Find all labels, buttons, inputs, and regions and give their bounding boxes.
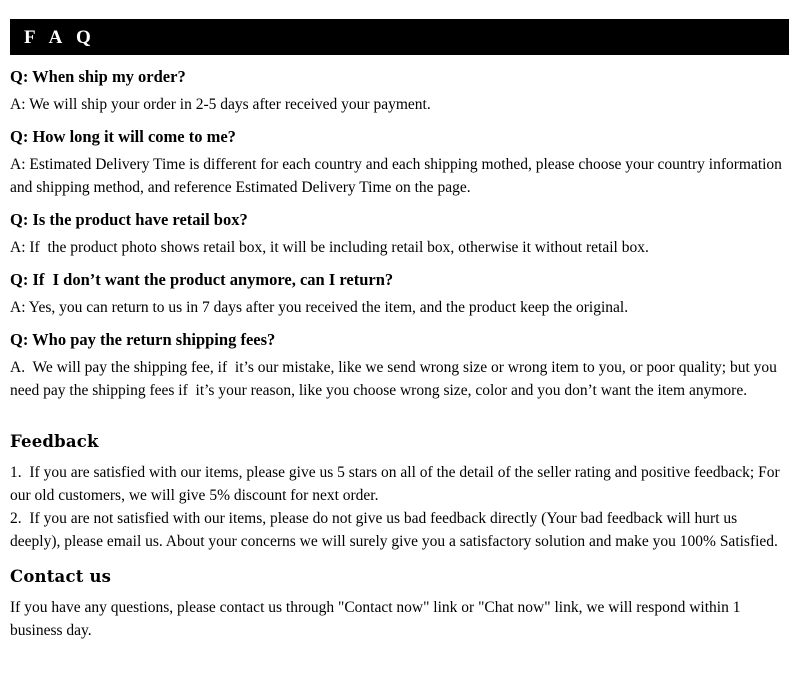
feedback-body: 1. If you are satisfied with our items, … [10, 461, 789, 553]
faq-item-1: Q: When ship my order? A: We will ship y… [10, 66, 789, 116]
faq-answer: A: We will ship your order in 2-5 days a… [10, 96, 431, 113]
faq-question: Q: Is the product have retail box? [10, 210, 248, 229]
feedback-section: Feedback 1. If you are satisfied with ou… [10, 431, 789, 553]
faq-banner-title: F A Q [24, 26, 96, 48]
faq-page: F A Q Q: When ship my order? A: We will … [0, 0, 800, 700]
faq-question: Q: Who pay the return shipping fees? [10, 330, 276, 349]
faq-question: Q: If I don’t want the product anymore, … [10, 270, 394, 289]
feedback-item-1: 1. If you are satisfied with our items, … [10, 464, 784, 504]
faq-answer: A: Yes, you can return to us in 7 days a… [10, 299, 629, 316]
faq-answer: A: If the product photo shows retail box… [10, 239, 649, 256]
faq-banner: F A Q [10, 19, 789, 55]
faq-question: Q: When ship my order? [10, 67, 186, 86]
faq-answer: A: Estimated Delivery Time is different … [10, 156, 786, 196]
faq-item-3: Q: Is the product have retail box? A: If… [10, 209, 789, 259]
faq-item-4: Q: If I don’t want the product anymore, … [10, 269, 789, 319]
contact-section: Contact us If you have any questions, pl… [10, 566, 789, 642]
faq-item-2: Q: How long it will come to me? A: Estim… [10, 126, 789, 199]
faq-content: Q: When ship my order? A: We will ship y… [10, 66, 789, 642]
feedback-item-2: 2. If you are not satisfied with our ite… [10, 510, 778, 550]
contact-body: If you have any questions, please contac… [10, 599, 745, 639]
feedback-heading: Feedback [10, 432, 99, 451]
faq-item-5: Q: Who pay the return shipping fees? A. … [10, 329, 789, 402]
faq-answer: A. We will pay the shipping fee, if it’s… [10, 359, 781, 399]
contact-heading: Contact us [10, 567, 112, 586]
faq-question: Q: How long it will come to me? [10, 127, 236, 146]
